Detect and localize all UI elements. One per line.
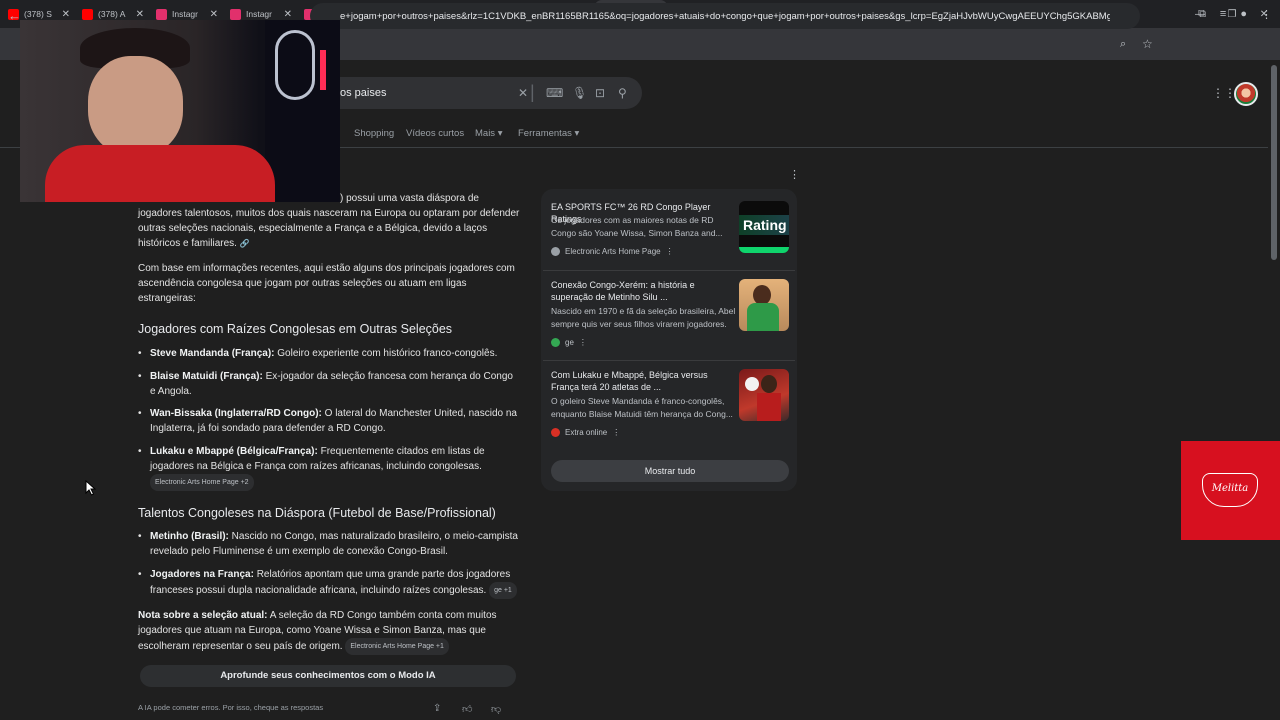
tab-title: Instagr (246, 9, 272, 19)
share-icon[interactable]: ⇪ (433, 703, 441, 714)
scrollbar-thumb[interactable] (1271, 65, 1277, 260)
tab-title: (378) S (24, 9, 52, 19)
thumbnail-text: Rating (743, 217, 787, 233)
list-item: Steve Mandanda (França): Goleiro experie… (138, 346, 518, 361)
extra-logo-icon (551, 428, 560, 437)
close-tab-icon[interactable]: ✕ (62, 9, 70, 20)
thumbs-up-icon[interactable]: 👍︎ (462, 703, 472, 715)
youtube-icon (82, 8, 93, 20)
list-item: Lukaku e Mbappé (Bélgica/França): Freque… (138, 444, 498, 491)
source-divider (543, 360, 795, 361)
tab-shopping[interactable]: Shopping (354, 128, 394, 139)
player-name: Wan-Bissaka (Inglaterra/RD Congo): (150, 408, 322, 419)
heading-diaspora: Talentos Congoleses na Diáspora (Futebol… (138, 506, 496, 520)
source-title[interactable]: Conexão Congo-Xerém: a história e supera… (551, 279, 737, 303)
source-divider (543, 270, 795, 271)
player-name: Blaise Matuidi (França): (150, 371, 263, 382)
mouse-cursor-icon (85, 480, 97, 496)
microphone-icon[interactable]: 🎙︎ (572, 86, 587, 100)
source-thumbnail[interactable]: Rating (739, 201, 789, 253)
source-title[interactable]: Com Lukaku e Mbappé, Bélgica versus Fran… (551, 369, 737, 393)
tab-tools[interactable]: Ferramentas ▾ (518, 128, 579, 139)
webcam-overlay (20, 20, 340, 202)
search-icon[interactable]: ⚲ (618, 86, 627, 100)
note-paragraph: Nota sobre a seleção atual: A seleção da… (138, 608, 518, 655)
instagram-icon (230, 8, 241, 20)
thumbs-down-icon[interactable]: 👎︎ (491, 703, 501, 715)
show-all-button[interactable]: Mostrar tudo (551, 460, 789, 482)
intro-line-2: outras seleções nacionais, especialmente… (138, 223, 488, 234)
ai-mode-button[interactable]: Aprofunde seus conhecimentos com o Modo … (140, 665, 516, 687)
list-item: Wan-Bissaka (Inglaterra/RD Congo): O lat… (138, 406, 518, 436)
extensions-icon[interactable]: ⧉ (1198, 8, 1206, 21)
player-name: Jogadores na França: (150, 569, 254, 580)
source-chip[interactable]: Electronic Arts Home Page +2 (150, 474, 254, 491)
para2-line-3: estrangeiras: (138, 293, 196, 304)
more-icon[interactable]: ⋮ (1261, 8, 1272, 21)
browser-window: { "browser": { "tabs": [ {"title": "(378… (0, 0, 1280, 720)
url-text[interactable]: e+jogam+por+outros+paises&rlz=1C1VDKB_en… (340, 11, 1110, 22)
para2-line-2: ascendência congolesa que jogam por outr… (138, 278, 467, 289)
search-query[interactable]: os paises (340, 87, 386, 99)
intro-line-3: históricos e familiares. 🔗 (138, 236, 250, 251)
source-snippet: O goleiro Steve Mandanda é franco-congol… (551, 396, 733, 419)
source-snippet: Os jogadores com as maiores notas de RD … (551, 215, 723, 238)
player-desc: Goleiro experiente com histórico franco-… (274, 348, 498, 359)
instagram-icon (156, 8, 167, 20)
source-chip[interactable]: Electronic Arts Home Page +1 (345, 638, 449, 655)
bookmark-star-icon[interactable]: ☆ (1142, 37, 1153, 51)
avatar[interactable] (1234, 82, 1258, 106)
profile-icon[interactable]: ● (1240, 8, 1247, 21)
ge-logo-icon (551, 338, 560, 347)
list-item: Metinho (Brasil): Nascido no Congo, mas … (138, 529, 518, 559)
overview-menu-icon[interactable]: ⋮ (789, 168, 800, 181)
intro-line-1: jogadores talentosos, muitos dos quais n… (138, 208, 520, 219)
source-site[interactable]: Electronic Arts Home Page ⋮ (551, 247, 674, 256)
source-site[interactable]: ge ⋮ (551, 338, 587, 347)
ai-disclaimer: A IA pode cometer erros. Por isso, chequ… (138, 703, 324, 712)
intro-line-3-text: históricos e familiares. (138, 238, 237, 249)
divider-line: | (530, 82, 535, 102)
player-name: Lukaku e Mbappé (Bélgica/França): (150, 446, 318, 457)
close-tab-icon[interactable]: ✕ (136, 9, 144, 20)
toolbar-icons: ⧉ ≡ ● ⋮ (1198, 8, 1272, 21)
tab-more[interactable]: Mais ▾ (475, 128, 502, 139)
source-menu-icon[interactable]: ⋮ (612, 428, 620, 437)
lens-icon[interactable]: ⊡ (595, 86, 605, 100)
close-tab-icon[interactable]: ✕ (284, 9, 292, 20)
tab-title: (378) A (98, 9, 126, 19)
ea-logo-icon (551, 247, 560, 256)
player-name: Steve Mandanda (França): (150, 348, 275, 359)
clear-icon[interactable]: ✕ (518, 86, 528, 100)
note-label: Nota sobre a seleção atual: (138, 610, 268, 621)
tab-title: Instagr (172, 9, 198, 19)
source-menu-icon[interactable]: ⋮ (666, 247, 674, 256)
tab-short-videos[interactable]: Vídeos curtos (406, 128, 464, 139)
player-name: Metinho (Brasil): (150, 531, 229, 542)
media-icon[interactable]: ≡ (1220, 8, 1226, 21)
source-site-name: Extra online (565, 428, 608, 437)
source-thumbnail[interactable] (739, 279, 789, 331)
list-item: Blaise Matuidi (França): Ex-jogador da s… (138, 369, 518, 399)
keyboard-icon[interactable]: ⌨ (546, 86, 563, 100)
zoom-icon[interactable]: ⌕ (1120, 38, 1126, 51)
link-icon[interactable]: 🔗 (240, 239, 250, 248)
list-item: Jogadores na França: Relatórios apontam … (138, 567, 518, 599)
apps-grid-icon[interactable]: ⋮⋮ (1212, 86, 1236, 100)
heading-roots: Jogadores com Raízes Congolesas em Outra… (138, 322, 453, 336)
source-thumbnail[interactable] (739, 369, 789, 421)
melitta-logo: Melitta (1202, 473, 1258, 507)
para2-line-1: Com base em informações recentes, aqui e… (138, 263, 515, 274)
intro-partial: ) possui uma vasta diáspora de (340, 193, 479, 204)
source-site-name: Electronic Arts Home Page (565, 247, 661, 256)
source-site-name: ge (565, 338, 574, 347)
source-snippet: Nascido em 1970 e fã da seleção brasilei… (551, 306, 736, 329)
source-site[interactable]: Extra online ⋮ (551, 428, 620, 437)
close-tab-icon[interactable]: ✕ (210, 9, 218, 20)
source-chip[interactable]: ge +1 (489, 582, 517, 599)
source-menu-icon[interactable]: ⋮ (579, 338, 587, 347)
